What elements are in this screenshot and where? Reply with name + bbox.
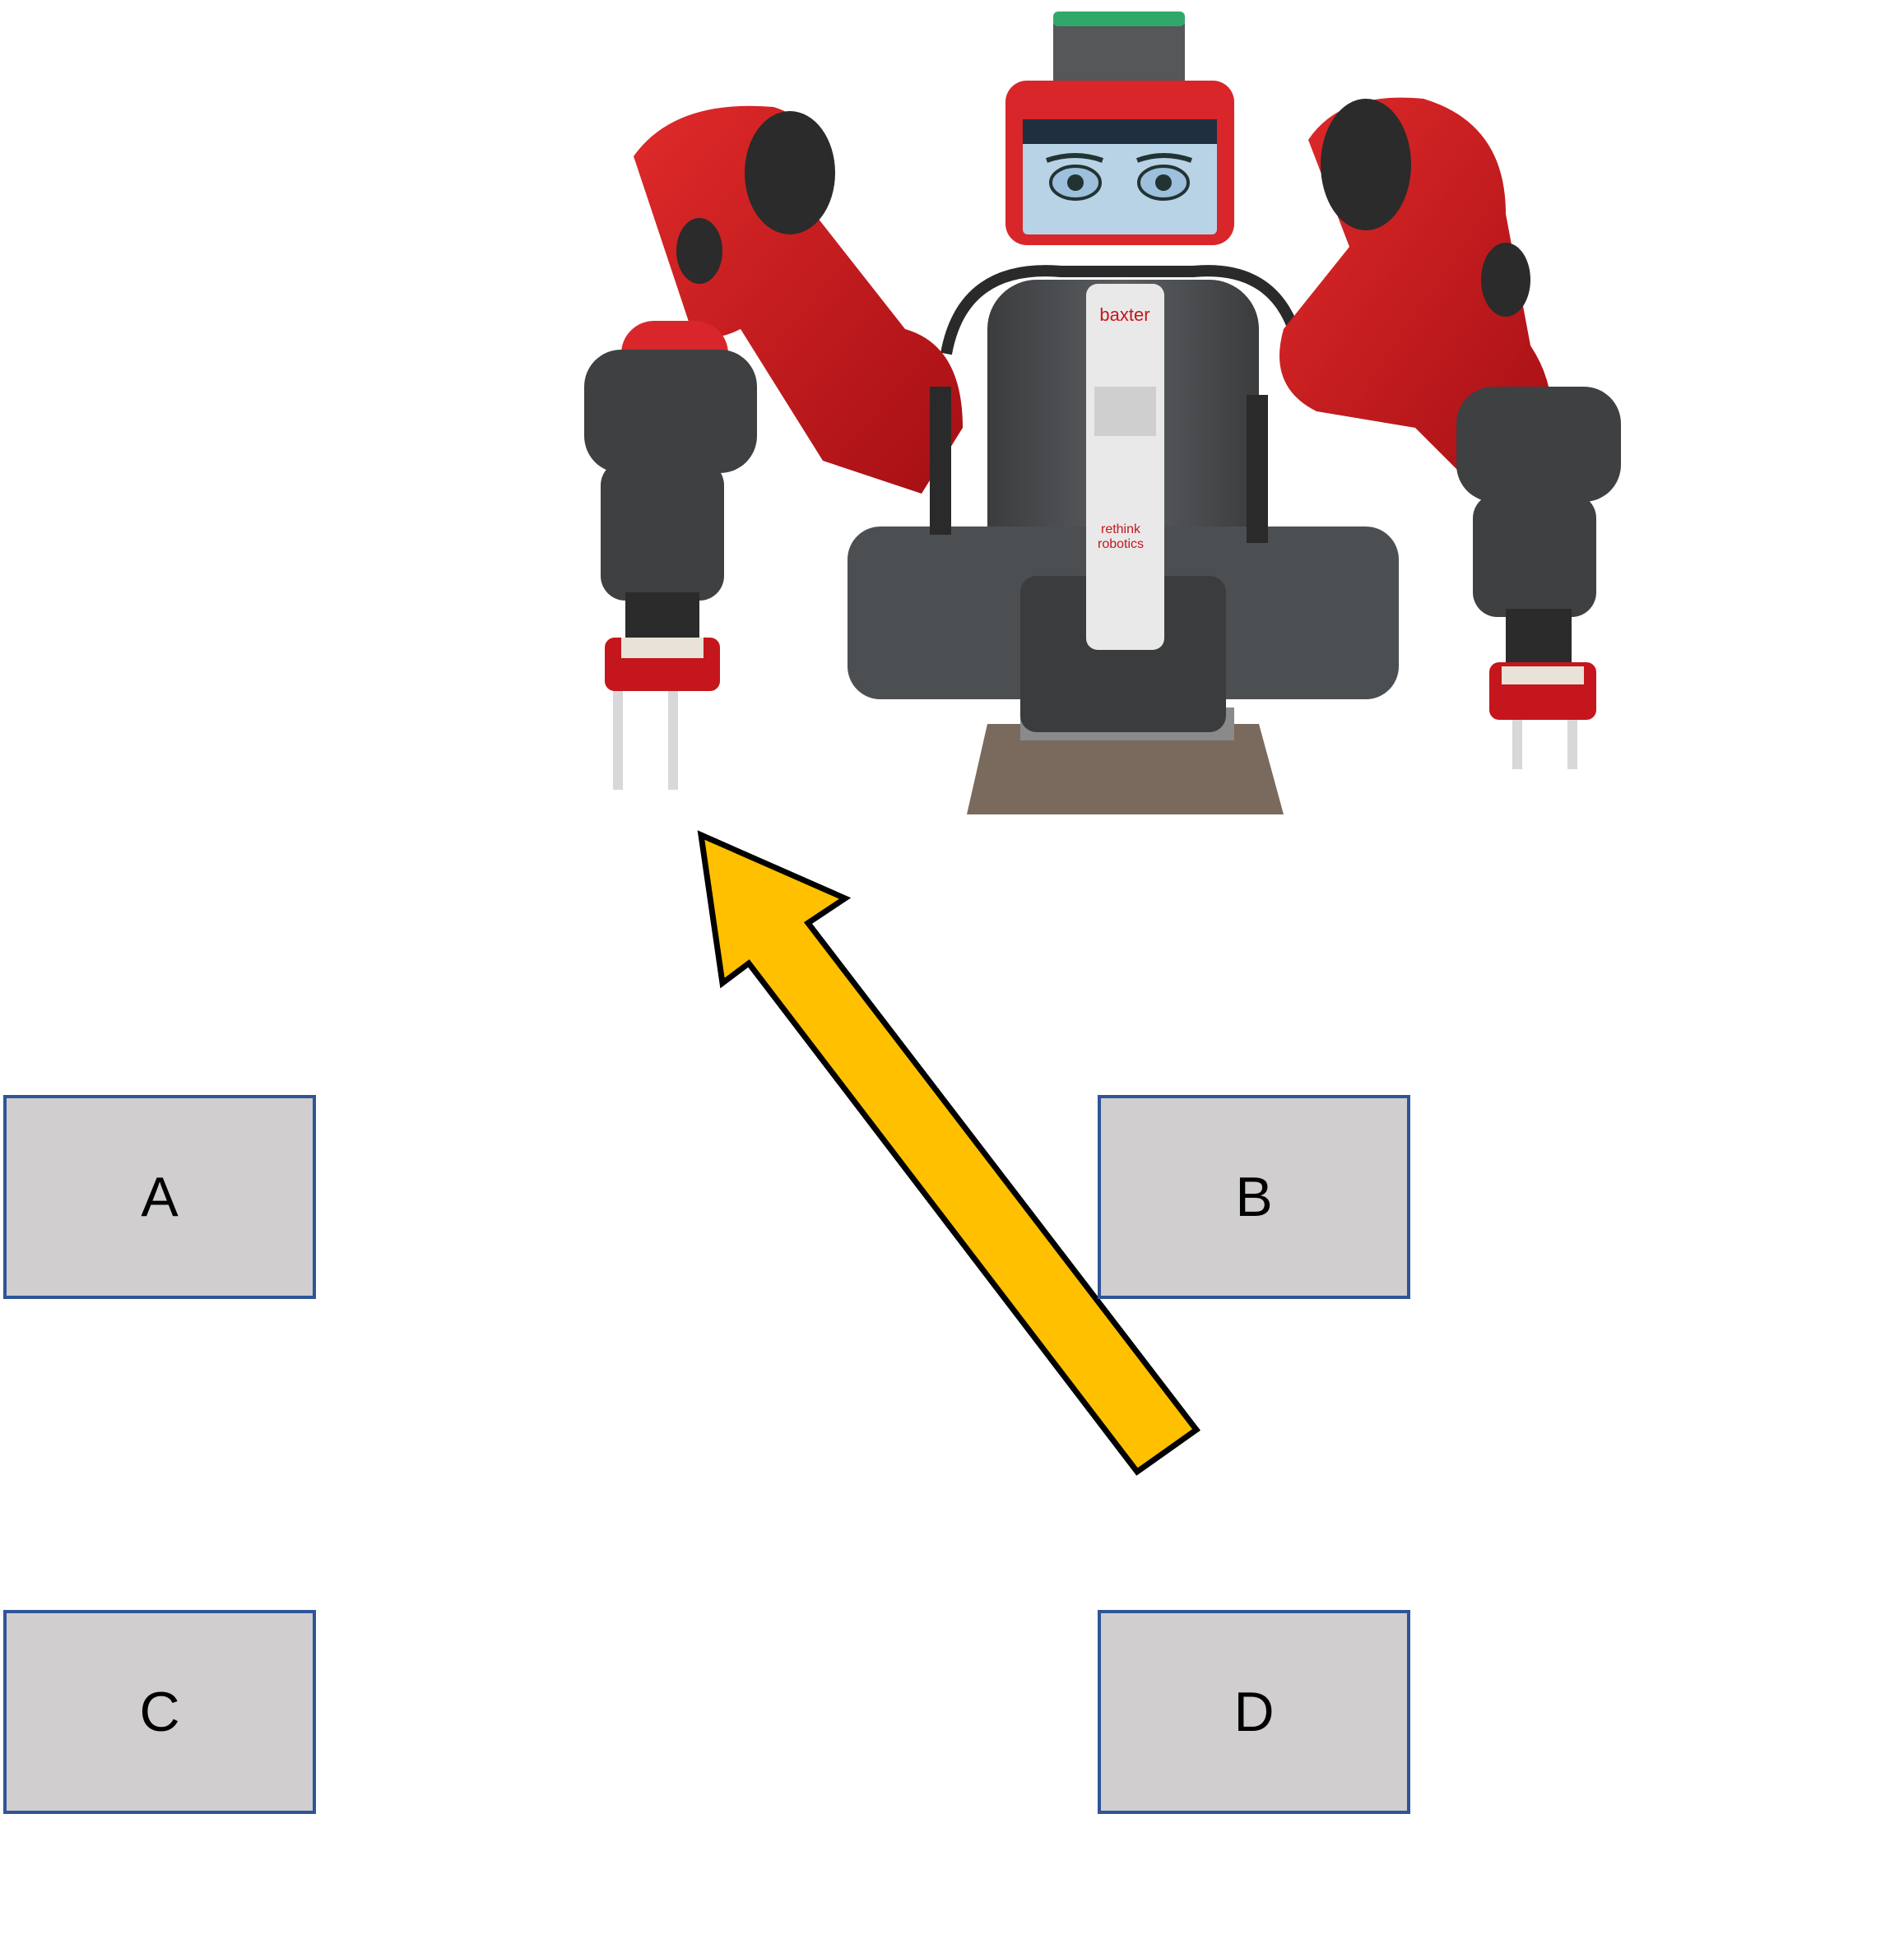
robot-image: baxter rethink robotics [584,12,1621,814]
box-a-label: A [141,1166,179,1228]
svg-text:baxter: baxter [1099,304,1149,325]
box-b-label: B [1235,1166,1273,1228]
box-c: C [3,1610,316,1814]
box-b: B [1098,1095,1410,1299]
box-d: D [1098,1610,1410,1814]
box-d-label: D [1233,1681,1275,1743]
box-c-label: C [139,1681,180,1743]
svg-text:robotics: robotics [1098,537,1144,551]
svg-text:rethink: rethink [1101,522,1141,536]
box-a: A [3,1095,316,1299]
